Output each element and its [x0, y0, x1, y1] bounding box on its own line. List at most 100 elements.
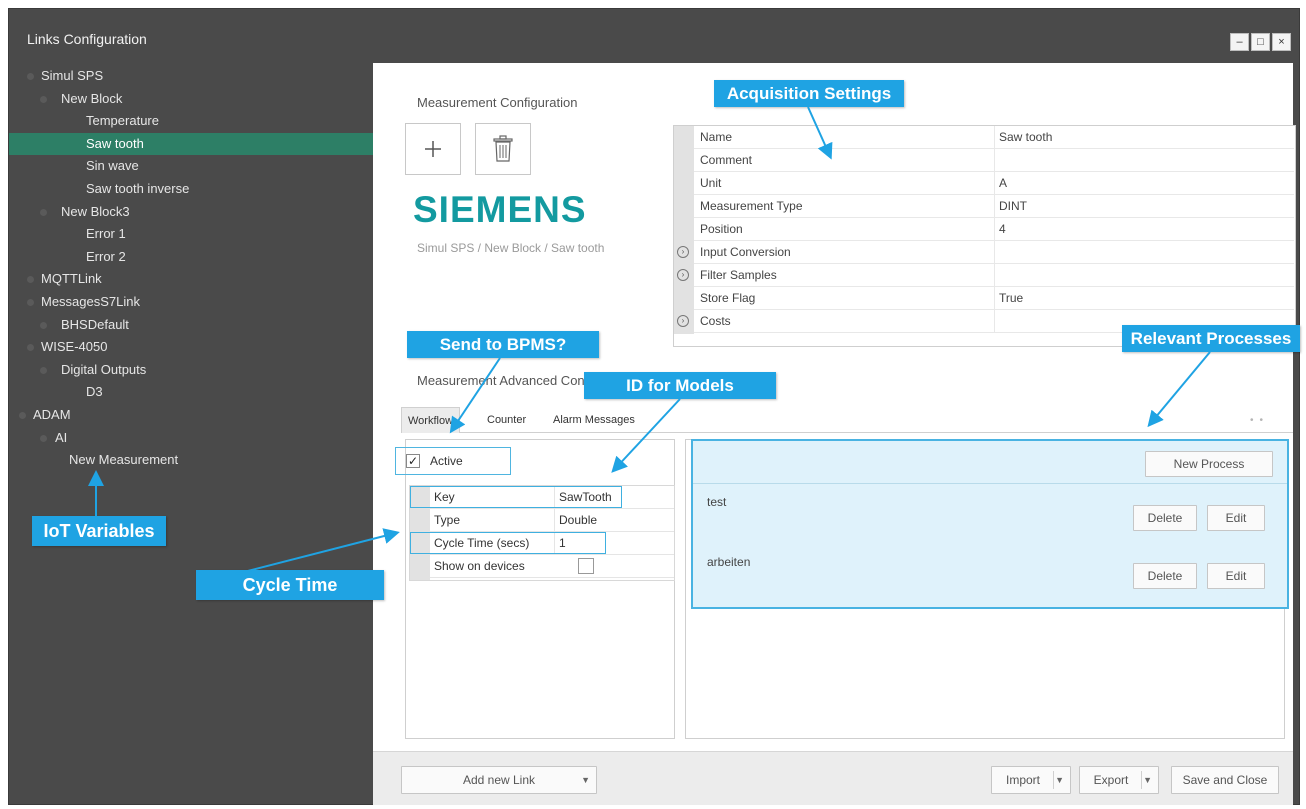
property-row[interactable]: Store Flag True: [694, 287, 1294, 310]
delete-process-button[interactable]: Delete: [1133, 505, 1197, 531]
property-name: Input Conversion: [700, 245, 791, 259]
tree-node-icon: [40, 95, 47, 103]
tab-alarm-messages[interactable]: Alarm Messages: [547, 407, 641, 433]
workflow-row-type[interactable]: Type Double: [430, 509, 674, 532]
tree-item-label: WISE-4050: [41, 339, 108, 355]
property-value[interactable]: DINT: [994, 195, 1294, 217]
tree-item-label: Simul SPS: [41, 68, 104, 83]
property-name: Comment: [700, 153, 753, 167]
property-value[interactable]: [994, 264, 1294, 286]
import-dropdown[interactable]: Import ▼: [991, 766, 1071, 794]
links-configuration-window: Links Configuration – □ × Simul SPS New …: [8, 8, 1300, 805]
close-button[interactable]: ×: [1272, 33, 1291, 51]
property-name: Unit: [700, 176, 722, 190]
divider: [1141, 771, 1142, 789]
tree-item-wise-4050[interactable]: WISE-4050: [9, 336, 374, 359]
workflow-row-show-on-devices[interactable]: Show on devices: [430, 555, 674, 578]
property-row[interactable]: Name Saw tooth: [694, 126, 1294, 149]
tree-item-ai[interactable]: AI: [9, 427, 374, 450]
tree-item-d3[interactable]: D3: [9, 381, 374, 404]
tree-item-new-measurement[interactable]: New Measurement: [9, 449, 374, 472]
add-new-link-dropdown[interactable]: Add new Link ▼: [401, 766, 597, 794]
export-label: Export: [1093, 773, 1129, 787]
tree-item-label: D3: [86, 384, 103, 400]
tree-item-label: ADAM: [33, 406, 71, 422]
property-row[interactable]: Measurement Type DINT: [694, 195, 1294, 218]
save-and-close-button[interactable]: Save and Close: [1171, 766, 1279, 794]
add-measurement-button[interactable]: [405, 123, 461, 175]
delete-measurement-button[interactable]: [475, 123, 531, 175]
breadcrumb: Simul SPS / New Block / Saw tooth: [417, 241, 605, 255]
workflow-panel: [405, 439, 675, 739]
new-process-button[interactable]: New Process: [1145, 451, 1273, 477]
tree-item-saw-tooth[interactable]: Saw tooth: [9, 132, 374, 156]
window-title: Links Configuration: [27, 31, 147, 47]
tab-counter[interactable]: Counter: [481, 407, 532, 433]
plus-icon: [425, 141, 441, 157]
callout-send-to-bpms: Send to BPMS?: [407, 331, 599, 358]
property-row[interactable]: Unit A: [694, 172, 1294, 195]
cycle-time-highlight: [410, 532, 606, 554]
property-value[interactable]: Double: [554, 509, 674, 531]
tree-item-digital-outputs[interactable]: Digital Outputs: [9, 359, 374, 382]
tree-item-label: Error 1: [86, 226, 126, 242]
tree-item-error-2[interactable]: Error 2: [9, 246, 374, 269]
callout-relevant-processes: Relevant Processes: [1122, 325, 1300, 352]
add-new-link-label: Add new Link: [462, 773, 536, 787]
links-tree: Simul SPS New Block Temperature Saw toot…: [9, 65, 374, 472]
maximize-button[interactable]: □: [1251, 33, 1270, 51]
property-value[interactable]: A: [994, 172, 1294, 194]
property-value[interactable]: [994, 241, 1294, 263]
divider: [1053, 771, 1054, 789]
tree-node-icon: [27, 276, 34, 284]
property-value[interactable]: True: [994, 287, 1294, 309]
property-value[interactable]: 4: [994, 218, 1294, 240]
expand-icon[interactable]: ›: [677, 269, 689, 281]
edit-process-button[interactable]: Edit: [1207, 563, 1265, 589]
tree-node-icon: [19, 411, 26, 419]
active-checkbox-highlight: ✓ Active: [395, 447, 511, 475]
export-dropdown[interactable]: Export ▼: [1079, 766, 1159, 794]
tab-workflow[interactable]: Workflow: [401, 407, 461, 433]
property-row[interactable]: Input Conversion: [694, 241, 1294, 264]
tree-item-sin-wave[interactable]: Sin wave: [9, 155, 374, 178]
active-label: Active: [430, 454, 463, 468]
tree-item-new-block[interactable]: New Block: [9, 88, 374, 111]
property-value[interactable]: [994, 149, 1294, 171]
active-checkbox[interactable]: ✓: [406, 454, 420, 468]
tree-item-new-block3[interactable]: New Block3: [9, 201, 374, 224]
property-row[interactable]: Filter Samples: [694, 264, 1294, 287]
tree-node-icon: [27, 298, 34, 306]
tree-item-mqttlink[interactable]: MQTTLink: [9, 268, 374, 291]
edit-process-button[interactable]: Edit: [1207, 505, 1265, 531]
property-value[interactable]: Saw tooth: [994, 126, 1294, 148]
tree-item-messagess7link[interactable]: MessagesS7Link: [9, 291, 374, 314]
expand-icon[interactable]: ›: [677, 315, 689, 327]
tree-item-saw-tooth-inverse[interactable]: Saw tooth inverse: [9, 178, 374, 201]
tree-node-icon: [40, 366, 47, 374]
tree-item-temperature[interactable]: Temperature: [9, 110, 374, 133]
tree-item-label: Saw tooth inverse: [86, 180, 190, 196]
property-row[interactable]: Position 4: [694, 218, 1294, 241]
callout-id-for-models: ID for Models: [584, 372, 776, 399]
tree-item-label: BHSDefault: [61, 316, 129, 332]
property-name: Measurement Type: [700, 199, 803, 213]
minimize-button[interactable]: –: [1230, 33, 1249, 51]
tree-item-adam[interactable]: ADAM: [9, 404, 374, 427]
property-row[interactable]: Comment: [694, 149, 1294, 172]
grid-row-header: [674, 126, 694, 334]
tree-item-error-1[interactable]: Error 1: [9, 223, 374, 246]
callout-iot-variables: IoT Variables: [32, 516, 166, 546]
tree-node-icon: [40, 434, 47, 442]
relevant-processes-area: New Process test Delete Edit arbeiten De…: [691, 439, 1289, 609]
process-name: arbeiten: [707, 555, 751, 569]
more-dots-icon[interactable]: ••: [1250, 415, 1269, 426]
delete-process-button[interactable]: Delete: [1133, 563, 1197, 589]
property-name: Store Flag: [700, 291, 756, 305]
property-name: Costs: [700, 314, 731, 328]
show-on-devices-checkbox[interactable]: [578, 558, 594, 574]
tree-item-bhsdefault[interactable]: BHSDefault: [9, 314, 374, 337]
window-controls: – □ ×: [1230, 33, 1291, 51]
expand-icon[interactable]: ›: [677, 246, 689, 258]
tree-item-simul-sps[interactable]: Simul SPS: [9, 65, 374, 88]
